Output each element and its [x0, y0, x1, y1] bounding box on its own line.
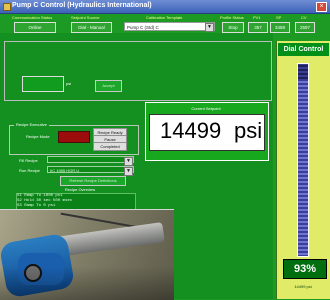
dial-segment: [298, 77, 308, 79]
dial-segment: [298, 125, 308, 127]
dial-segment: [298, 173, 308, 175]
dial-psi-readout: 14499 psi: [294, 284, 312, 289]
chevron-down-icon[interactable]: ▼: [124, 157, 133, 166]
dial-segment: [298, 117, 308, 119]
pv-label: PV1: [253, 15, 261, 20]
fill-recipe-select[interactable]: ▼: [47, 156, 134, 166]
calibration-template-value: Pump C (Std) C: [127, 25, 159, 30]
dial-segment: [298, 109, 308, 111]
dial-segment: [298, 93, 308, 95]
dial-segment: [298, 201, 308, 203]
dial-segment: [298, 181, 308, 183]
dial-segment: [298, 253, 308, 255]
dial-slider-track[interactable]: [297, 63, 309, 257]
set-button[interactable]: Accept: [95, 80, 122, 92]
dial-segment: [298, 241, 308, 243]
dial-segment: [298, 169, 308, 171]
dial-segment: [298, 157, 308, 159]
recipe-overview-label: Recipe Overview: [64, 187, 96, 192]
dial-segment: [298, 189, 308, 191]
dial-segment: [298, 105, 308, 107]
setpoint-source-label: Setpoint Source: [71, 15, 100, 20]
dial-segment: [298, 153, 308, 155]
dial-segment: [298, 137, 308, 139]
chevron-down-icon[interactable]: ▼: [205, 23, 214, 32]
completed-button[interactable]: Completed: [93, 142, 127, 151]
window-titlebar: Pump C Control (Hydraulics International…: [0, 0, 330, 14]
dial-segment: [298, 97, 308, 99]
dial-segment: [298, 121, 308, 123]
current-setpoint-title: Current Setpoint: [191, 106, 221, 111]
cv-label: CV: [301, 15, 307, 20]
dial-percent-display: 93%: [283, 259, 327, 279]
calibration-template-label: Calibration Template: [146, 15, 183, 20]
setpoint-input-panel: [4, 41, 272, 101]
dial-segment: [298, 129, 308, 131]
communication-status-value: Online: [14, 22, 56, 33]
chevron-down-icon[interactable]: ▼: [124, 167, 133, 176]
psi-small-label: psi: [66, 81, 72, 86]
dial-segment: [298, 221, 308, 223]
dial-segment: [298, 165, 308, 167]
sp-value: 3459: [270, 22, 290, 33]
dial-segment: [298, 197, 308, 199]
current-setpoint-value: 14499: [160, 118, 222, 143]
pv-value: 357: [248, 22, 268, 33]
fill-recipe-label: Fill Recipe: [19, 158, 38, 163]
dial-segment: [298, 145, 308, 147]
dial-segment: [298, 85, 308, 87]
dial-segment: [298, 229, 308, 231]
dial-segment: [298, 237, 308, 239]
window-title: Pump C Control (Hydraulics International…: [12, 2, 152, 9]
run-recipe-select[interactable]: IIC 1985 HGR U ▼: [47, 166, 134, 176]
psi-entry-field[interactable]: [22, 76, 64, 92]
dial-segment: [298, 149, 308, 151]
dial-segment: [298, 81, 308, 83]
dial-segment: [298, 161, 308, 163]
profile-status-value: Stop: [222, 22, 244, 33]
dial-segment: [298, 217, 308, 219]
dial-segment: [298, 89, 308, 91]
dial-segment: [298, 213, 308, 215]
dial-segment: [298, 69, 308, 71]
dial-control-title: Dial Control: [278, 43, 329, 56]
dial-segment: [298, 185, 308, 187]
current-setpoint-unit: psi: [234, 118, 263, 143]
recipe-mode-label: Recipe Mode: [26, 134, 50, 139]
run-recipe-value: IIC 1985 HGR U: [50, 168, 80, 173]
pump-photo: [0, 209, 174, 300]
dial-segment: [298, 205, 308, 207]
run-recipe-label: Run Recipe: [19, 168, 40, 173]
dial-segment: [298, 65, 308, 67]
sp-label: SP: [276, 15, 282, 20]
dial-segment: [298, 101, 308, 103]
calibration-template-select[interactable]: Pump C (Std) C ▼: [124, 22, 215, 32]
dial-segment: [298, 73, 308, 75]
recipe-mode-indicator: [58, 131, 90, 143]
profile-status-label: Profile Status: [220, 15, 244, 20]
close-icon[interactable]: ×: [316, 2, 327, 12]
dial-segment: [298, 177, 308, 179]
recipe-executive-title: Recipe Executive: [14, 122, 49, 127]
dial-segment: [298, 245, 308, 247]
dial-segment: [298, 225, 308, 227]
setpoint-source-value: Dial - Manual: [71, 22, 112, 33]
dial-segment: [298, 133, 308, 135]
dial-segment: [298, 141, 308, 143]
cv-value: 2597: [295, 22, 315, 33]
dial-segment: [298, 209, 308, 211]
dial-segment: [298, 113, 308, 115]
dial-segment: [298, 233, 308, 235]
refresh-recipe-definitions-button[interactable]: Refresh Recipe Definitions: [60, 176, 126, 186]
app-icon: [3, 3, 11, 11]
dial-segment: [298, 249, 308, 251]
communication-status-label: Communication Status: [12, 15, 53, 20]
dial-segment: [298, 193, 308, 195]
